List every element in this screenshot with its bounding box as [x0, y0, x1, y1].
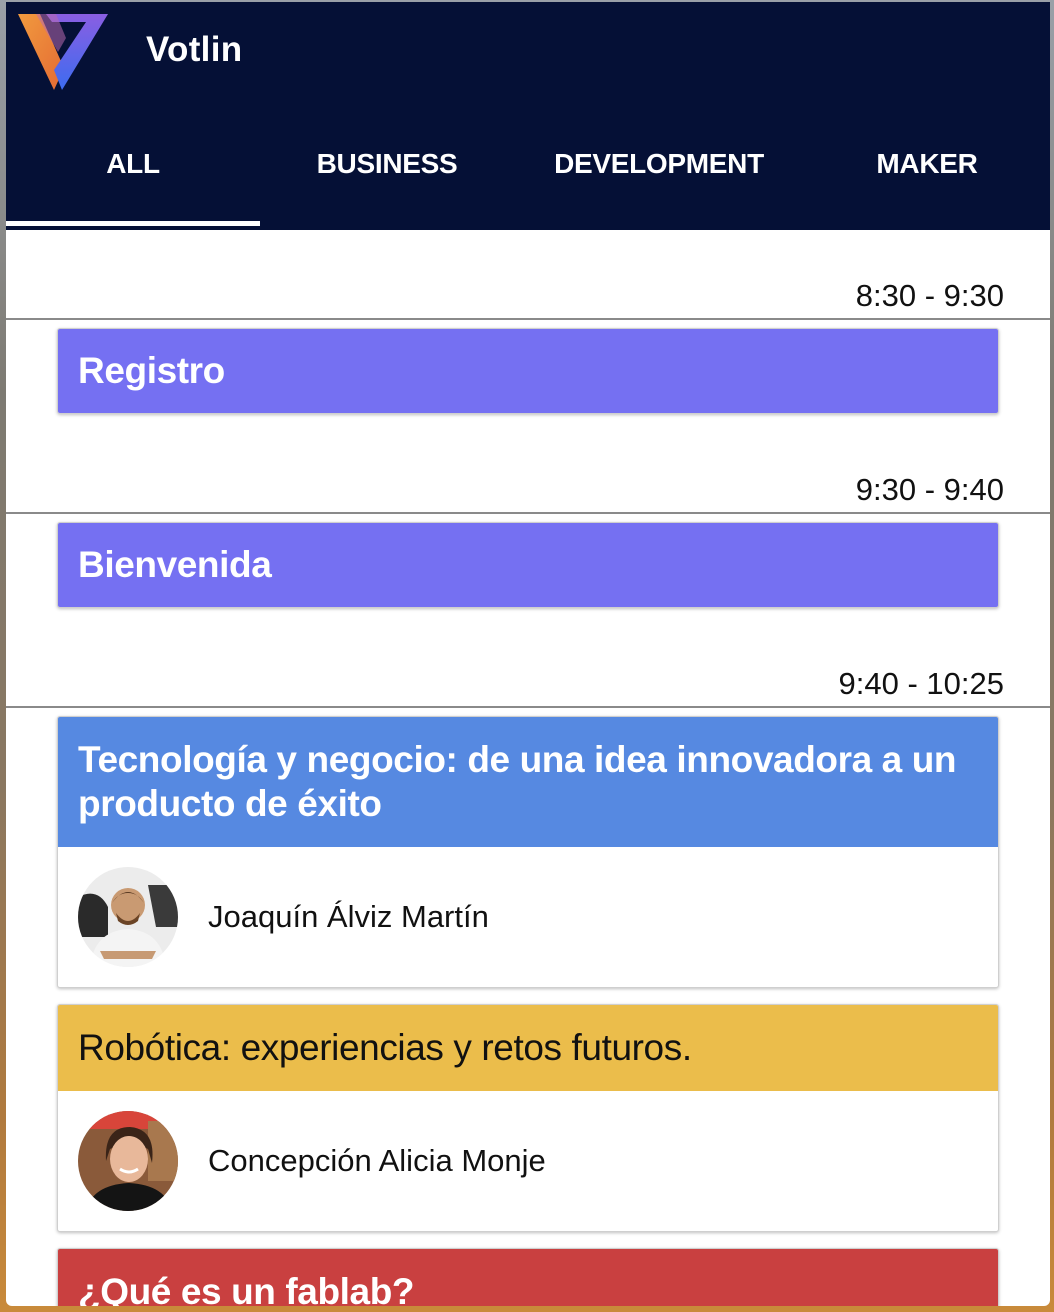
talk-title-bar: Robótica: experiencias y retos futuros. [58, 1005, 998, 1091]
speaker-row: Joaquín Álviz Martín [58, 847, 998, 987]
speaker-photo-icon [78, 1111, 178, 1211]
slot-divider [6, 706, 1050, 708]
tab-development[interactable]: DEVELOPMENT [514, 122, 804, 206]
talk-title-bar: Bienvenida [58, 523, 998, 607]
app-window: Votlin ALL BUSINESS DEVELOPMENT MAKER 8:… [6, 2, 1050, 1306]
speaker-photo-icon [78, 867, 178, 967]
slot-divider [6, 318, 1050, 320]
talk-title-bar: Tecnología y negocio: de una idea innova… [58, 717, 998, 847]
speaker-avatar [78, 867, 178, 967]
slot-time: 9:40 - 10:25 [838, 666, 1004, 701]
talk-title: Tecnología y negocio: de una idea innova… [78, 739, 957, 824]
active-tab-indicator [6, 221, 260, 226]
talk-title: Robótica: experiencias y retos futuros. [78, 1027, 692, 1068]
speaker-name: Joaquín Álviz Martín [208, 899, 489, 934]
talk-title: Registro [78, 350, 225, 391]
talk-card[interactable]: ¿Qué es un fablab? [57, 1248, 999, 1306]
speaker-row: Concepción Alicia Monje [58, 1091, 998, 1231]
talk-card[interactable]: Bienvenida [57, 522, 999, 608]
talk-card[interactable]: Robótica: experiencias y retos futuros. … [57, 1004, 999, 1232]
slot-time: 9:30 - 9:40 [855, 472, 1004, 507]
talk-title: ¿Qué es un fablab? [78, 1271, 415, 1306]
schedule-list[interactable]: 8:30 - 9:30 Registro 9:30 - 9:40 Bienven… [6, 230, 1050, 1306]
slot-divider [6, 512, 1050, 514]
talk-title: Bienvenida [78, 544, 272, 585]
talk-title-bar: Registro [58, 329, 998, 413]
app-bar: Votlin ALL BUSINESS DEVELOPMENT MAKER [6, 2, 1050, 230]
talk-card[interactable]: Registro [57, 328, 999, 414]
tab-all[interactable]: ALL [6, 122, 260, 206]
talk-card[interactable]: Tecnología y negocio: de una idea innova… [57, 716, 999, 988]
app-title: Votlin [146, 30, 243, 69]
category-tabs: ALL BUSINESS DEVELOPMENT MAKER [6, 122, 1050, 230]
votlin-logo-icon [18, 14, 108, 90]
talk-title-bar: ¿Qué es un fablab? [58, 1249, 998, 1306]
speaker-avatar [78, 1111, 178, 1211]
tab-maker[interactable]: MAKER [804, 122, 1050, 206]
slot-time: 8:30 - 9:30 [855, 278, 1004, 313]
tab-business[interactable]: BUSINESS [260, 122, 514, 206]
speaker-name: Concepción Alicia Monje [208, 1143, 546, 1178]
